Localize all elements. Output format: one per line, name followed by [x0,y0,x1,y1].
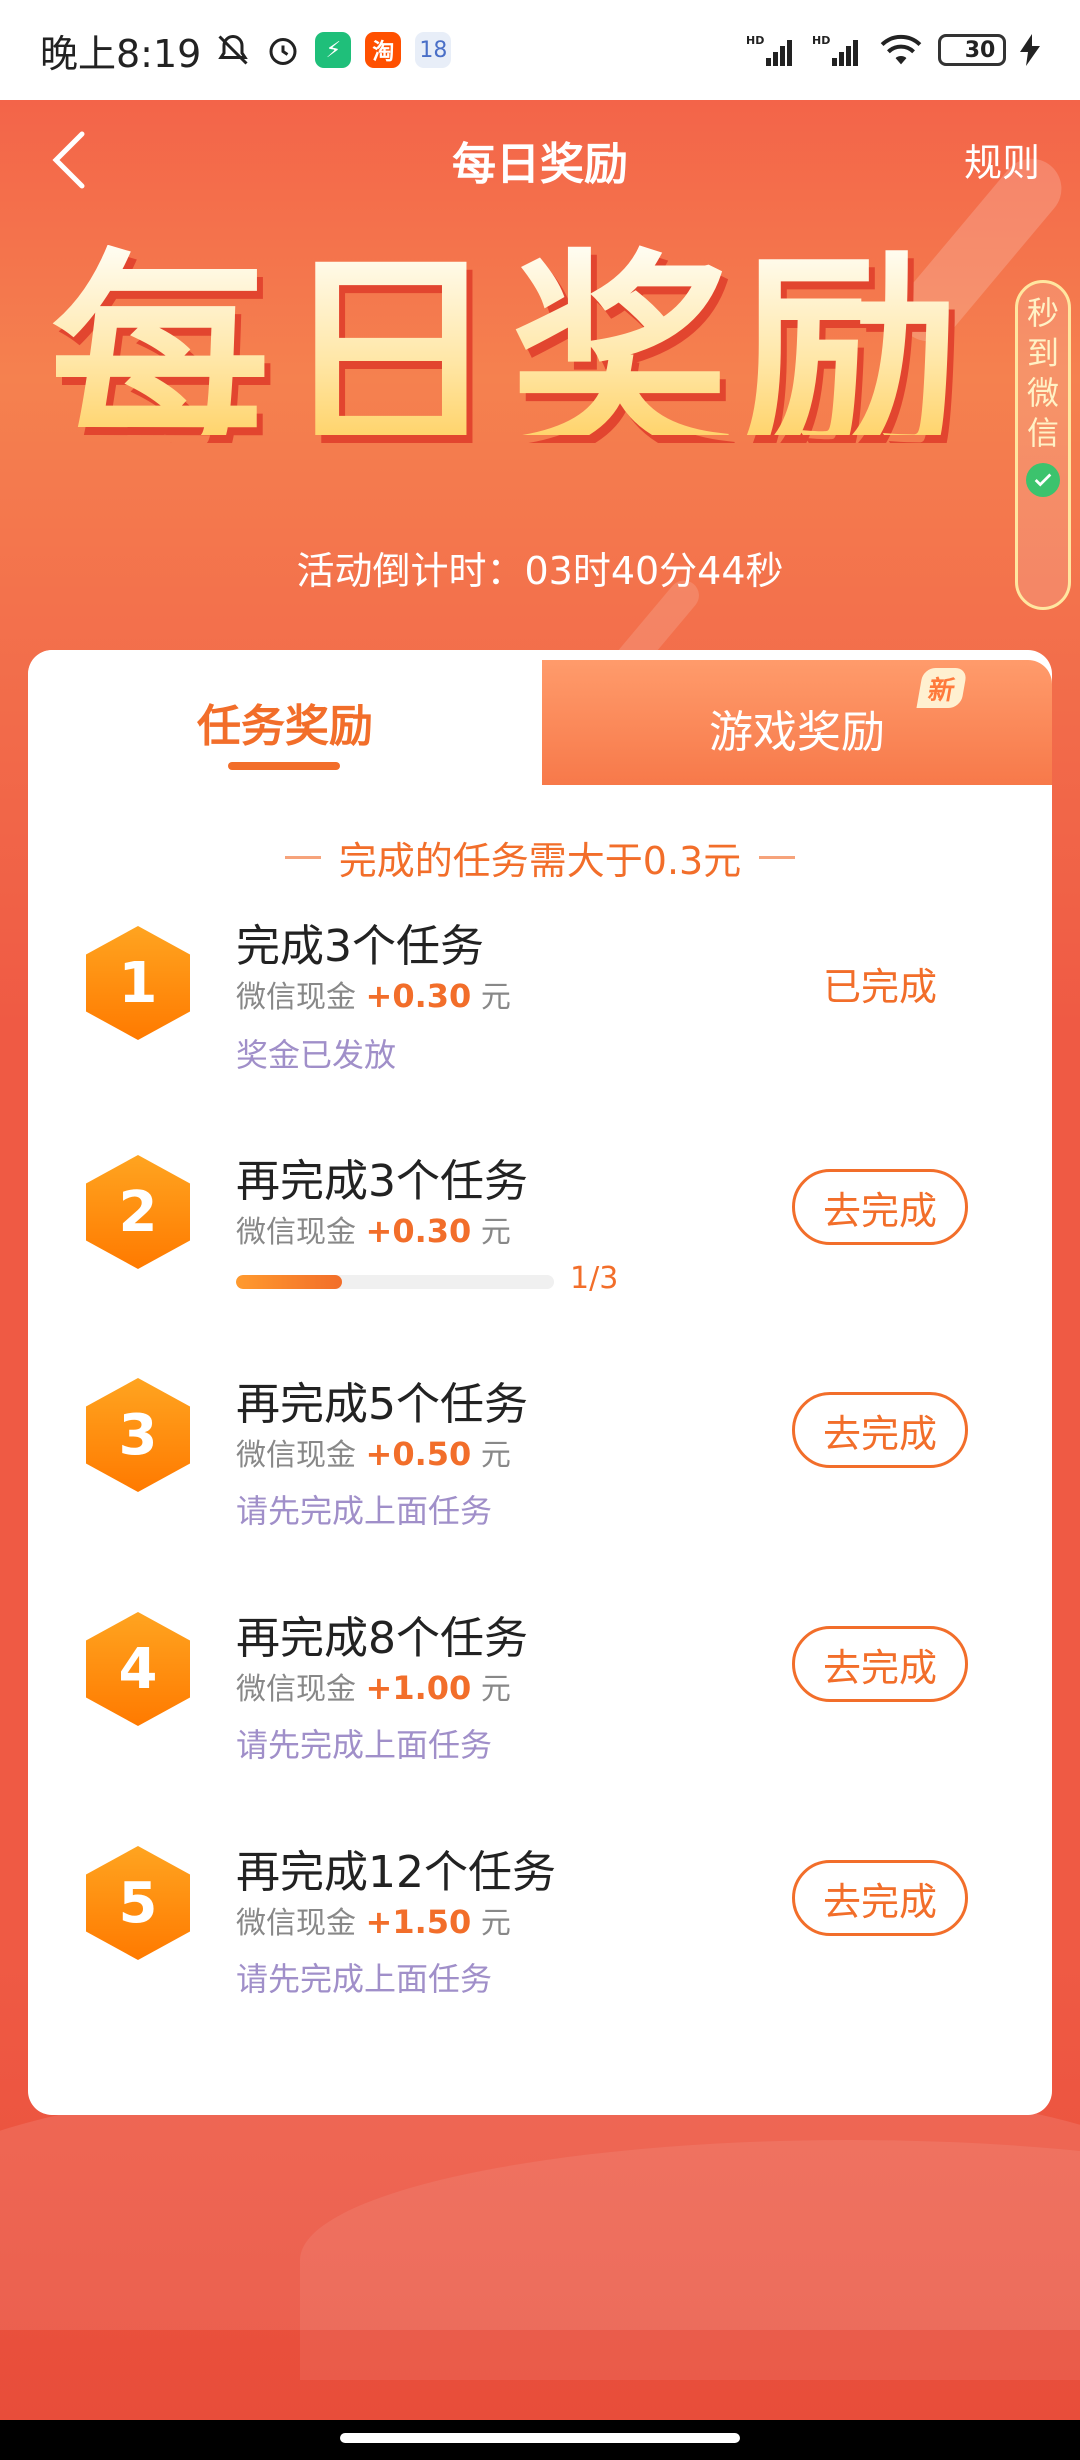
charging-bolt-icon [1020,34,1040,66]
rules-link[interactable]: 规则 [964,132,1040,187]
reward-amount: +0.50 [365,1435,472,1473]
wifi-icon [878,32,924,68]
task-reward: 微信现金 +1.50 元 [236,1898,511,1942]
go-complete-button[interactable]: 去完成 [792,1392,968,1468]
reward-label: 微信现金 [236,1672,356,1707]
svg-text:HD: HD [812,34,830,47]
task-progress-text: 1/3 [570,1261,619,1296]
reward-unit: 元 [480,980,511,1015]
reward-amount: +0.30 [365,977,472,1015]
home-gesture-bar[interactable] [340,2433,740,2443]
tab-task-rewards[interactable]: 任务奖励 [28,650,542,785]
tab-bar: 游戏奖励 新 任务奖励 [28,650,1052,785]
badge-char: 到 [1026,334,1059,372]
reward-amount: +0.30 [365,1212,472,1250]
countdown: 活动倒计时：03时40分44秒 [0,540,1080,595]
reward-label: 微信现金 [236,1438,356,1473]
battery-icon: 30 [938,34,1006,66]
task-number-hexagon: 2 [86,1155,190,1269]
go-complete-button[interactable]: 去完成 [792,1626,968,1702]
task-progress-fill [236,1275,342,1289]
battery-level: 30 [964,37,996,63]
go-complete-button[interactable]: 去完成 [792,1169,968,1245]
reward-unit: 元 [480,1672,511,1707]
badge-char: 秒 [1026,294,1059,332]
task-reward: 微信现金 +0.50 元 [236,1430,511,1474]
divider [759,856,796,859]
check-icon [1026,463,1060,497]
reward-amount: +1.50 [365,1903,472,1941]
divider [284,856,321,859]
task-title: 再完成3个任务 [236,1156,528,1207]
task-note: 奖金已发放 [236,1036,397,1074]
svg-text:HD: HD [746,34,764,47]
reward-unit: 元 [480,1438,511,1473]
taobao-app-icon: 淘 [365,32,402,68]
task-reward: 微信现金 +1.00 元 [236,1664,511,1708]
task-note: 请先完成上面任务 [236,1726,493,1764]
mute-bell-icon [215,32,251,68]
reward-label: 微信现金 [236,980,356,1015]
task-number-hexagon: 5 [86,1846,190,1960]
task-row: 3 再完成5个任务 微信现金 +0.50 元 请先完成上面任务 去完成 [28,1368,1052,1568]
task-title: 再完成5个任务 [236,1379,528,1430]
status-time: 晚上8:19 [40,31,202,76]
task-reward: 微信现金 +0.30 元 [236,972,511,1016]
tab-label: 任务奖励 [197,701,373,752]
task-progress-bar [236,1275,554,1289]
countdown-label: 活动倒计时： [296,549,525,593]
task-note: 请先完成上面任务 [236,1492,493,1530]
task-row: 2 再完成3个任务 微信现金 +0.30 元 1/3 去完成 [28,1145,1052,1345]
task-note: 请先完成上面任务 [236,1960,493,1998]
status-bar: 晚上8:19 ⚡ 淘 18 HD HD 30 [0,0,1080,100]
task-row: 4 再完成8个任务 微信现金 +1.00 元 请先完成上面任务 去完成 [28,1602,1052,1802]
task-title: 再完成8个任务 [236,1613,528,1664]
task-row: 5 再完成12个任务 微信现金 +1.50 元 请先完成上面任务 去完成 [28,1836,1052,2036]
new-badge: 新 [916,668,968,708]
alarm-clock-icon [265,32,301,68]
task-title: 完成3个任务 [236,921,484,972]
task-number-hexagon: 3 [86,1378,190,1492]
reward-page-background: 每日奖励 规则 每日奖励 秒 到 微 信 活动倒计时：03时40分44秒 游戏奖… [0,100,1080,2420]
requirement-note: 完成的任务需大于0.3元 [28,830,1052,885]
reward-label: 微信现金 [236,1906,356,1941]
go-complete-button[interactable]: 去完成 [792,1860,968,1936]
task-title: 再完成12个任务 [236,1847,556,1898]
security-app-icon: ⚡ [315,32,352,68]
requirement-text: 完成的任务需大于0.3元 [338,839,742,883]
badge-char: 信 [1026,414,1059,452]
calendar-app-icon: 18 [415,32,452,68]
reward-amount: +1.00 [365,1669,472,1707]
reward-label: 微信现金 [236,1215,356,1250]
badge-char: 微 [1026,374,1059,412]
task-reward: 微信现金 +0.30 元 [236,1207,511,1251]
signal-hd-2-icon: HD [812,32,864,68]
countdown-value: 03时40分44秒 [524,549,784,593]
task-number-hexagon: 1 [86,926,190,1040]
task-row: 1 完成3个任务 微信现金 +0.30 元 奖金已发放 已完成 [28,910,1052,1110]
reward-unit: 元 [480,1906,511,1941]
task-card: 游戏奖励 新 任务奖励 完成的任务需大于0.3元 1 完成3个任务 微信现金 +… [28,650,1052,2115]
signal-hd-1-icon: HD [746,32,798,68]
hero-title: 每日奖励 [10,231,1010,487]
task-number-hexagon: 4 [86,1612,190,1726]
completed-status: 已完成 [822,965,937,1009]
tab-label: 游戏奖励 [709,707,885,758]
reward-unit: 元 [480,1215,511,1250]
tab-game-rewards[interactable]: 游戏奖励 新 [542,660,1052,785]
tab-active-indicator [228,762,340,770]
